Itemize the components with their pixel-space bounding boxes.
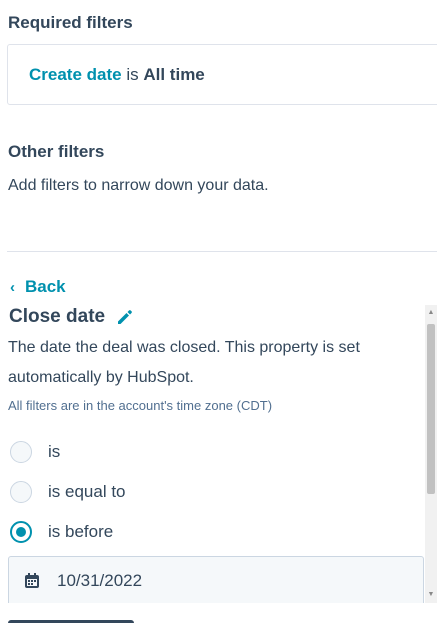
calendar-icon bbox=[23, 572, 41, 590]
other-filters-description: Add filters to narrow down your data. bbox=[8, 177, 269, 194]
required-filter-card[interactable]: Create date is All time bbox=[7, 44, 437, 105]
property-header: Close date bbox=[9, 306, 135, 328]
radio-option-is-before[interactable]: is before bbox=[10, 521, 113, 543]
filter-value: All time bbox=[143, 65, 205, 84]
date-value: 10/31/2022 bbox=[57, 571, 143, 590]
radio-option-is-equal-to[interactable]: is equal to bbox=[10, 481, 126, 503]
required-filters-heading: Required filters bbox=[8, 13, 133, 32]
pencil-icon[interactable] bbox=[115, 307, 135, 327]
panel-scrollbar[interactable]: ▲ ▼ bbox=[425, 305, 437, 603]
radio-button[interactable] bbox=[10, 481, 32, 503]
radio-label: is bbox=[48, 442, 61, 461]
radio-button[interactable] bbox=[10, 441, 32, 463]
timezone-note: All filters are in the account's time zo… bbox=[8, 398, 273, 413]
other-filters-heading: Other filters bbox=[8, 142, 105, 161]
radio-label: is equal to bbox=[48, 482, 126, 501]
scrollbar-thumb[interactable] bbox=[427, 324, 435, 494]
property-description: The date the deal was closed. This prope… bbox=[8, 339, 360, 386]
scroll-up-arrow-icon[interactable]: ▲ bbox=[425, 307, 437, 319]
chevron-left-icon: ‹ bbox=[10, 278, 15, 296]
date-picker-input[interactable]: 10/31/2022 bbox=[8, 556, 424, 606]
property-title: Close date bbox=[9, 306, 106, 327]
scroll-down-arrow-icon[interactable]: ▼ bbox=[425, 589, 437, 601]
required-filter-summary: Create date is All time bbox=[29, 65, 205, 85]
back-button[interactable]: ‹ Back bbox=[10, 277, 66, 297]
back-label: Back bbox=[25, 277, 66, 296]
radio-label: is before bbox=[48, 522, 114, 541]
create-date-link[interactable]: Create date bbox=[29, 65, 122, 84]
filter-operator: is bbox=[126, 65, 139, 84]
filter-panel: Required filters Create date is All time… bbox=[0, 0, 437, 623]
radio-option-is[interactable]: is bbox=[10, 441, 60, 463]
radio-button-selected[interactable] bbox=[10, 521, 32, 543]
section-divider bbox=[7, 251, 437, 252]
